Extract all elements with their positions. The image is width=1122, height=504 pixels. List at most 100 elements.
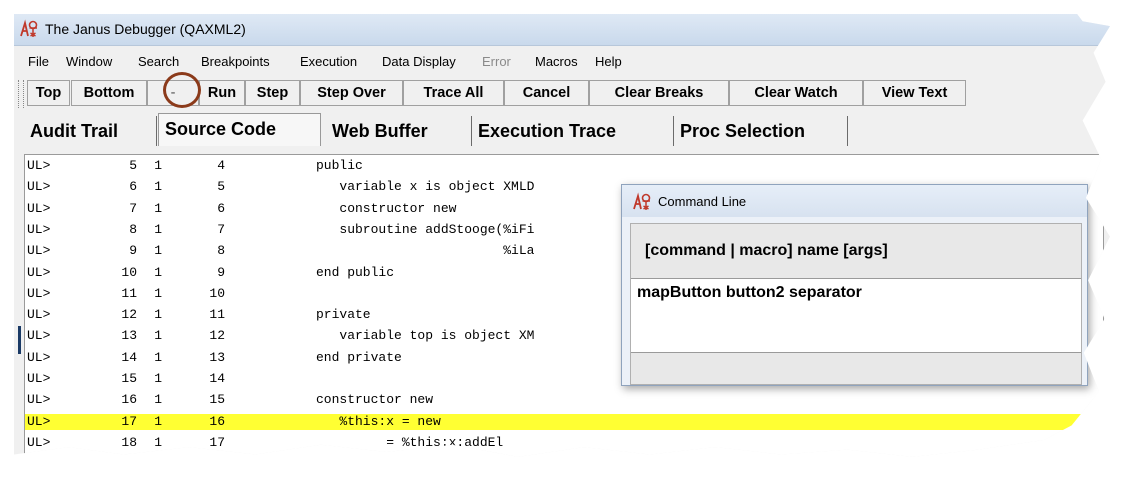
menu-error: Error <box>482 54 511 69</box>
tab-strip: Audit Trail Source Code Web Buffer Execu… <box>14 112 1110 148</box>
code-line[interactable]: UL> 16 1 15 constructor new <box>25 392 1103 408</box>
row-type: UL> <box>27 285 51 301</box>
command-input[interactable]: mapButton button2 separator <box>631 279 1081 353</box>
code-text: variable x is object XMLD <box>316 179 535 195</box>
title-bar[interactable]: The Janus Debugger (QAXML2) <box>14 14 1110 46</box>
tab-audit-trail[interactable]: Audit Trail <box>24 116 157 146</box>
source-line-number: 15 <box>209 392 225 408</box>
menu-search[interactable]: Search <box>138 54 179 69</box>
splitter-handle[interactable] <box>18 326 21 354</box>
row-type: UL> <box>27 328 51 344</box>
step-over-button[interactable]: Step Over <box>300 80 403 106</box>
step-button[interactable]: Step <box>245 80 300 106</box>
line-number: 19 <box>121 456 137 472</box>
row-type: UL> <box>27 307 51 323</box>
nesting-depth: 1 <box>154 392 162 408</box>
tab-execution-trace[interactable]: Execution Trace <box>472 116 674 146</box>
nesting-depth: 1 <box>154 243 162 259</box>
row-type: UL> <box>27 179 51 195</box>
row-type: UL> <box>27 371 51 386</box>
code-text: = %this:x:addEl <box>316 434 504 450</box>
menu-help[interactable]: Help <box>595 54 622 69</box>
code-line[interactable]: UL> 17 1 16 %this:x = new <box>25 413 1103 430</box>
tab-proc-selection[interactable]: Proc Selection <box>674 116 848 146</box>
run-button[interactable]: Run <box>199 80 245 106</box>
nesting-depth: 1 <box>154 349 162 365</box>
cancel-button[interactable]: Cancel <box>504 80 589 106</box>
janus-logo-icon <box>20 19 38 37</box>
nesting-depth: 1 <box>154 200 162 216</box>
source-line-number: 17 <box>209 434 225 450</box>
code-text: %this:x = new <box>316 413 441 429</box>
command-line-title: Command Line <box>658 194 747 209</box>
trace-all-button[interactable]: Trace All <box>403 80 504 106</box>
source-line-number: 13 <box>209 349 225 365</box>
clear-breaks-button[interactable]: Clear Breaks <box>589 80 729 106</box>
source-line-number: 11 <box>209 307 225 323</box>
code-text: public <box>316 158 363 173</box>
source-line-number: 12 <box>209 328 225 344</box>
code-text: subroutine addStooge(%iFi <box>316 221 535 237</box>
code-line[interactable]: UL> 5 1 4 public <box>25 158 1103 174</box>
highlight-circle <box>163 72 201 108</box>
nesting-depth: 1 <box>154 434 162 450</box>
code-text: private <box>316 307 371 323</box>
source-line-number: 8 <box>217 243 225 259</box>
tab-web-buffer[interactable]: Web Buffer <box>326 116 472 146</box>
nesting-depth: 1 <box>154 413 162 429</box>
row-type: UL> <box>27 434 51 450</box>
menu-breakpoints[interactable]: Breakpoints <box>201 54 270 69</box>
command-line-title-bar[interactable]: Command Line <box>622 185 1087 217</box>
menu-execution[interactable]: Execution <box>300 54 357 69</box>
source-line-number: 14 <box>209 371 225 386</box>
row-type: UL> <box>27 243 51 259</box>
row-type: UL> <box>27 200 51 216</box>
nesting-depth: 1 <box>154 264 162 280</box>
clear-watch-button[interactable]: Clear Watch <box>729 80 863 106</box>
janus-logo-icon <box>633 192 651 210</box>
source-line-number: 4 <box>217 158 225 173</box>
command-line-window: Command Line [command | macro] name [arg… <box>621 184 1088 386</box>
window-title: The Janus Debugger (QAXML2) <box>45 21 246 37</box>
code-line[interactable]: UL> 18 1 17 = %this:x:addEl <box>25 435 1103 451</box>
row-type: UL> <box>27 413 51 429</box>
row-type: UL> <box>27 158 51 173</box>
code-text: end public <box>316 264 395 280</box>
row-type: UL> <box>27 349 51 365</box>
row-type: UL> <box>27 264 51 280</box>
code-text: variable top is object XM <box>316 328 535 344</box>
source-line-number: 7 <box>217 221 225 237</box>
top-button[interactable]: Top <box>27 80 70 106</box>
menu-macros[interactable]: Macros <box>535 54 578 69</box>
toolbar-grip[interactable] <box>18 80 24 108</box>
menu-file[interactable]: File <box>28 54 49 69</box>
nesting-depth: 1 <box>154 221 162 237</box>
command-line-body: [command | macro] name [args] mapButton … <box>630 223 1082 385</box>
code-line[interactable]: 19 <box>25 456 1103 472</box>
source-line-number: 10 <box>209 285 225 301</box>
source-line-number: 6 <box>217 200 225 216</box>
nesting-depth: 1 <box>154 328 162 344</box>
nesting-depth: 1 <box>154 371 162 386</box>
code-text: constructor new <box>316 200 457 216</box>
nesting-depth: 1 <box>154 285 162 301</box>
tab-source-code[interactable]: Source Code <box>158 113 321 146</box>
nesting-depth: 1 <box>154 307 162 323</box>
nesting-depth: 1 <box>154 179 162 195</box>
menu-bar: File Window Search Breakpoints Execution… <box>14 52 1110 72</box>
row-type: UL> <box>27 221 51 237</box>
code-text: constructor new <box>316 392 434 408</box>
bottom-button[interactable]: Bottom <box>71 80 147 106</box>
source-line-number: 9 <box>217 264 225 280</box>
menu-data-display[interactable]: Data Display <box>382 54 456 69</box>
row-type: UL> <box>27 392 51 408</box>
command-input-value: mapButton button2 separator <box>637 284 862 301</box>
nesting-depth: 1 <box>154 158 162 173</box>
source-line-number: 5 <box>217 179 225 195</box>
code-text: end private <box>316 349 402 365</box>
code-text: %iLa <box>316 243 535 259</box>
view-text-button[interactable]: View Text <box>863 80 966 106</box>
command-syntax-hint: [command | macro] name [args] <box>645 242 888 259</box>
source-line-number: 16 <box>209 413 225 429</box>
menu-window[interactable]: Window <box>66 54 112 69</box>
